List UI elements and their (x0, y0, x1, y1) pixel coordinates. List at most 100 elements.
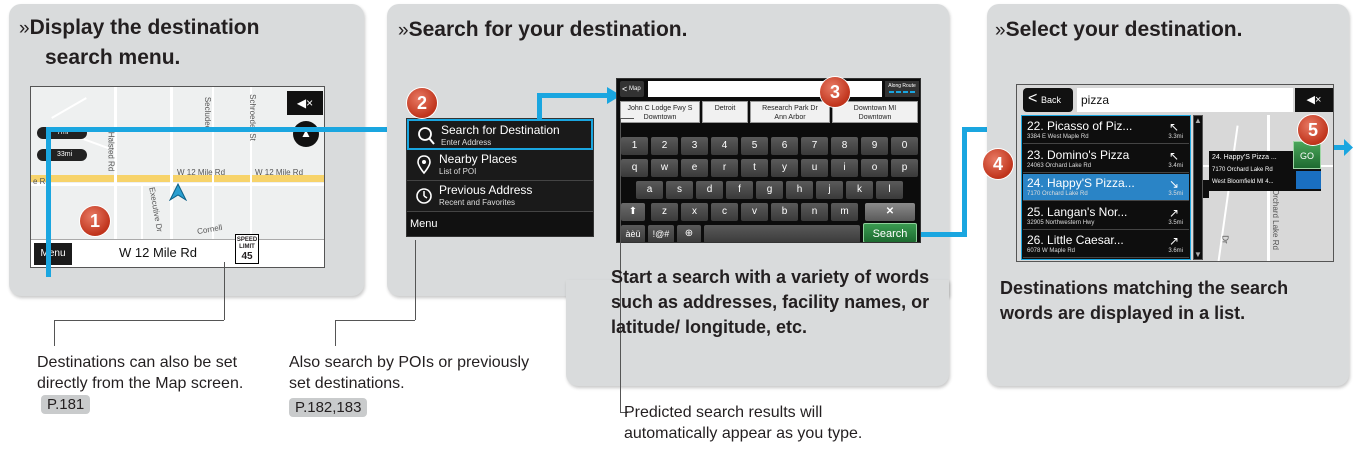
step-badge-1: 1 (80, 206, 110, 236)
result-row[interactable]: 23. Domino's Pizza 24063 Orchard Lake Rd 3… (1023, 145, 1189, 173)
key-q[interactable]: q (621, 159, 648, 177)
key-9[interactable]: 9 (861, 137, 888, 155)
pin-icon (417, 155, 431, 175)
key-e[interactable]: e (681, 159, 708, 177)
key-j[interactable]: j (816, 181, 843, 199)
key-r[interactable]: r (711, 159, 738, 177)
key-z[interactable]: z (651, 203, 678, 221)
suggestion-4[interactable]: Downtown MI Downtown (832, 101, 918, 123)
connector-3-h (921, 232, 967, 237)
street-label-w12: W 12 Mile Rd (177, 168, 226, 177)
key-d[interactable]: d (696, 181, 723, 199)
go-button[interactable]: GO (1293, 141, 1321, 169)
backspace-key[interactable]: ✕ (865, 203, 915, 221)
shift-key[interactable]: ⬆ (621, 203, 645, 221)
key-7[interactable]: 7 (801, 137, 828, 155)
distance-chip-2: 33mi (37, 149, 87, 161)
key-b[interactable]: b (771, 203, 798, 221)
direction-arrow-icon: ↗ (1168, 234, 1179, 248)
key-h[interactable]: h (786, 181, 813, 199)
along-route-button[interactable]: Along Route (885, 81, 919, 97)
result-row[interactable]: 26. Little Caesar... 6078 W Maple Rd 3.6mi… (1023, 231, 1189, 258)
key-i[interactable]: i (831, 159, 858, 177)
result-title: 22. Picasso of Piz... (1027, 119, 1133, 133)
connector-4-arrowhead (1344, 139, 1353, 156)
space-key[interactable] (704, 225, 860, 242)
key-m[interactable]: m (831, 203, 858, 221)
back-button[interactable]: < Back (1023, 88, 1073, 112)
query-field[interactable]: pizza (1077, 88, 1293, 112)
key-y[interactable]: y (771, 159, 798, 177)
key-6[interactable]: 6 (771, 137, 798, 155)
key-0[interactable]: 0 (891, 137, 918, 155)
scrollbar[interactable]: ▲ ▼ (1193, 115, 1203, 260)
suggestion-1[interactable]: John C Lodge Fwy S Downtown (620, 101, 700, 123)
key-5[interactable]: 5 (741, 137, 768, 155)
key-k[interactable]: k (846, 181, 873, 199)
step-2-title: » Search for your destination. (398, 18, 688, 41)
result-row[interactable]: 25. Langan's Nor... 32905 Northwestern Hw… (1023, 202, 1189, 230)
key-v[interactable]: v (741, 203, 768, 221)
key-w[interactable]: w (651, 159, 678, 177)
street-label-cornell: Cornell (196, 222, 223, 237)
key-c[interactable]: c (711, 203, 738, 221)
result-distance: 3.3mi (1168, 134, 1183, 140)
step-badge-4: 4 (983, 149, 1013, 179)
result-address: 6078 W Maple Rd (1027, 248, 1076, 254)
clock-icon (416, 188, 432, 204)
key-a[interactable]: a (636, 181, 663, 199)
street-label-executive: Executive Dr (147, 186, 165, 233)
step-1-title: » Display the destination (19, 16, 260, 39)
key-g[interactable]: g (756, 181, 783, 199)
street-label-halsted: Halsted Rd (106, 131, 116, 172)
search-button[interactable]: Search (863, 223, 917, 242)
menu-item-search-destination[interactable]: Search for Destination Enter Address (407, 119, 593, 150)
result-title: 23. Domino's Pizza (1027, 147, 1130, 162)
key-f[interactable]: f (726, 181, 753, 199)
menu-item-previous-address[interactable]: Previous Address Recent and Favorites (407, 181, 593, 212)
key-o[interactable]: o (861, 159, 888, 177)
speaker-mute-icon[interactable]: ◀× (287, 91, 323, 115)
back-to-map-button[interactable]: < Map (620, 81, 644, 97)
key-8[interactable]: 8 (831, 137, 858, 155)
direction-arrow-icon: ↖ (1168, 120, 1179, 134)
compass-icon[interactable]: ▲ (293, 121, 319, 147)
key-n[interactable]: n (801, 203, 828, 221)
map-screen: Halsted Rd Secluded Schroeder St W 12 Mi… (30, 86, 325, 268)
key-x[interactable]: x (681, 203, 708, 221)
street-label-schroeder: Schroeder St (247, 94, 257, 141)
map-bottom-bar: Menu W 12 Mile Rd SPEED LIMIT 45 (31, 234, 324, 267)
menu-button-2[interactable]: Menu (410, 218, 438, 230)
result-row[interactable]: 22. Picasso of Piz... 3384 E West Maple R… (1023, 117, 1189, 144)
search-icon (418, 127, 435, 145)
key-4[interactable]: 4 (711, 137, 738, 155)
speed-limit-sign: SPEED LIMIT 45 (235, 234, 259, 264)
current-road-name: W 12 Mile Rd (119, 245, 198, 260)
key-l[interactable]: l (876, 181, 903, 199)
symbol-key[interactable]: !@# (648, 225, 674, 242)
key-p[interactable]: p (891, 159, 918, 177)
step-badge-5: 5 (1298, 115, 1328, 145)
result-address: 3384 E West Maple Rd (1027, 134, 1089, 140)
key-s[interactable]: s (666, 181, 693, 199)
connector-1-h (46, 127, 396, 132)
speaker-mute-icon-2[interactable]: ◀× (1295, 88, 1333, 112)
result-title: 24. Happy'S Pizza... (1027, 176, 1135, 190)
key-u[interactable]: u (801, 159, 828, 177)
page-ref-181[interactable]: P.181 (41, 395, 91, 414)
key-t[interactable]: t (741, 159, 768, 177)
suggestion-3[interactable]: Research Park Dr Ann Arbor (750, 101, 830, 123)
key-2[interactable]: 2 (651, 137, 678, 155)
key-3[interactable]: 3 (681, 137, 708, 155)
result-distance: 3.4mi (1168, 162, 1183, 169)
step-3-title: » Select your destination. (995, 18, 1243, 41)
menu-button[interactable]: Menu (34, 243, 72, 265)
suggestion-2[interactable]: Detroit (702, 101, 748, 123)
result-distance: 3.5mi (1168, 219, 1183, 226)
key-1[interactable]: 1 (621, 137, 648, 155)
page-ref-182-183[interactable]: P.182,183 (289, 398, 368, 417)
result-row[interactable]: 24. Happy'S Pizza... 7170 Orchard Lake Rd… (1023, 174, 1189, 201)
globe-key[interactable]: ⊕ (677, 225, 701, 242)
menu-item-nearby-places[interactable]: Nearby Places List of POI (407, 150, 593, 181)
accent-key[interactable]: àèü (621, 225, 645, 242)
